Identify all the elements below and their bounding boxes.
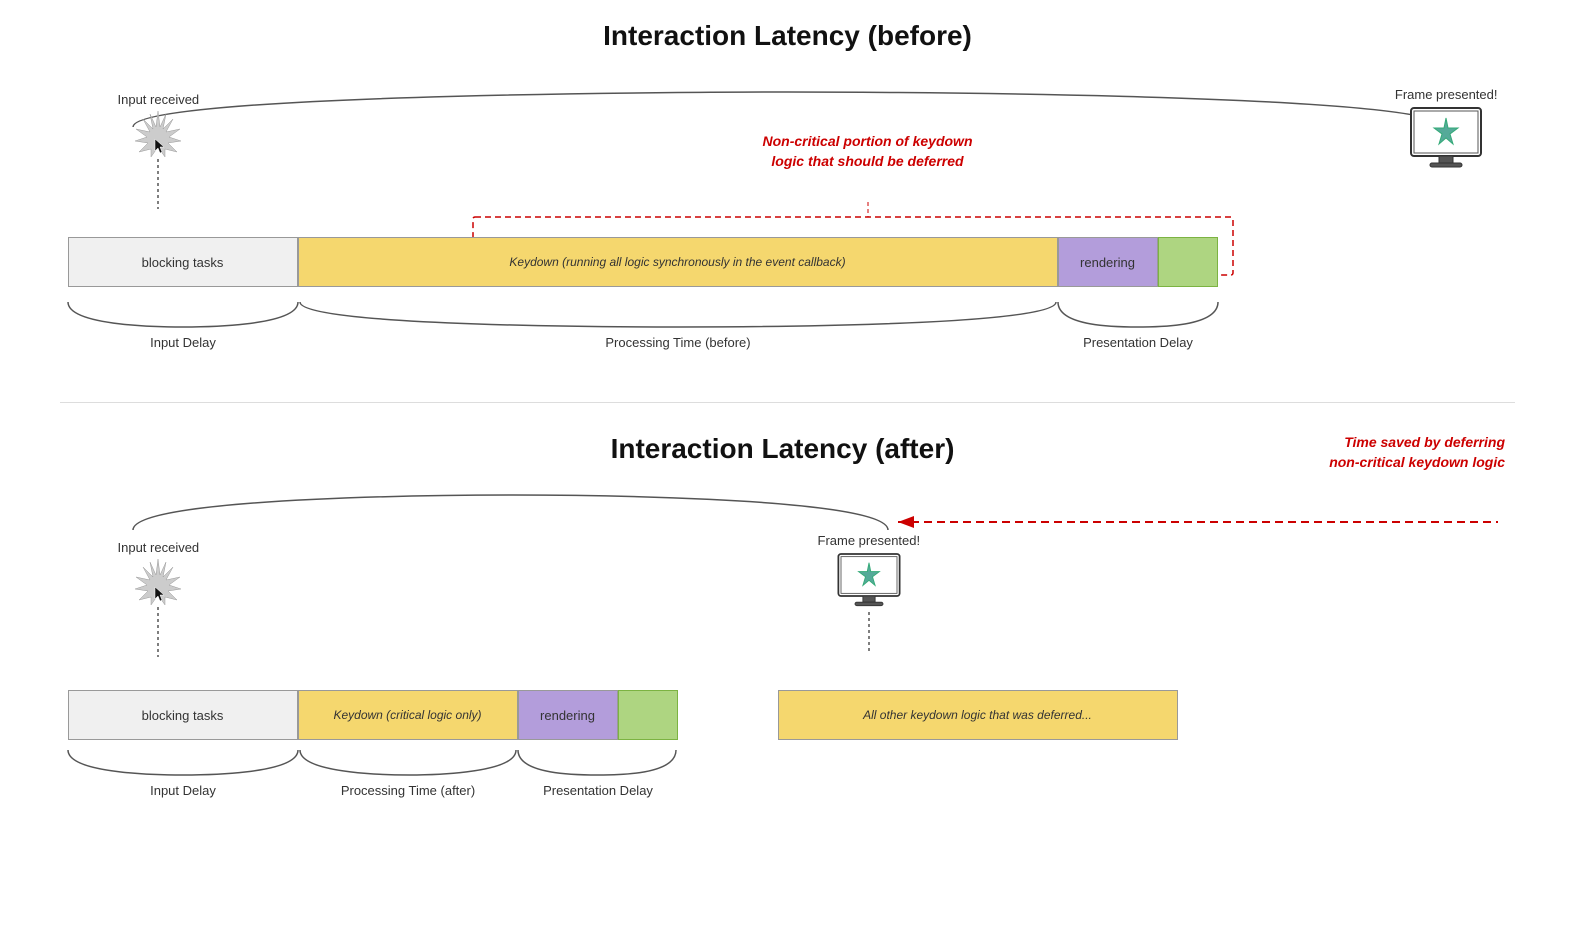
after-section: Interaction Latency (after) Time saved b…	[60, 433, 1515, 805]
after-input-dotted-line	[157, 607, 159, 657]
svg-text:Input Delay: Input Delay	[150, 335, 216, 350]
after-red-time-saved-annotation: Time saved by deferringnon-critical keyd…	[1144, 433, 1515, 472]
after-input-annotation: Input received	[118, 540, 200, 657]
before-red-annotation: Non-critical portion of keydownlogic tha…	[568, 132, 1168, 171]
before-rendering-block: rendering	[1058, 237, 1158, 287]
after-green-block	[618, 690, 678, 740]
diagram-container: Interaction Latency (before) Input recei…	[0, 0, 1575, 865]
after-frame-dotted-line	[868, 612, 870, 652]
section-divider	[60, 402, 1515, 403]
after-monitor-icon	[834, 552, 904, 612]
svg-text:Presentation Delay: Presentation Delay	[543, 783, 653, 798]
after-keydown-block: Keydown (critical logic only)	[298, 690, 518, 740]
svg-text:Processing Time (before): Processing Time (before)	[605, 335, 750, 350]
after-starburst-icon	[133, 557, 183, 607]
before-blocks-row: blocking tasks Keydown (running all logi…	[68, 237, 1508, 287]
before-starburst-icon	[133, 109, 183, 159]
before-blocking-block: blocking tasks	[68, 237, 298, 287]
svg-text:Presentation Delay: Presentation Delay	[1083, 335, 1193, 350]
after-frame-annotation: Frame presented!	[818, 533, 921, 652]
after-rendering-block: rendering	[518, 690, 618, 740]
before-top-brace-svg	[68, 82, 1508, 132]
after-input-label: Input received	[118, 540, 200, 555]
before-frame-annotation: Frame presented!	[1395, 87, 1498, 174]
after-top-brace-svg	[68, 485, 1508, 535]
before-frame-label: Frame presented!	[1395, 87, 1498, 102]
before-monitor-icon	[1406, 106, 1486, 174]
before-keydown-block: Keydown (running all logic synchronously…	[298, 237, 1058, 287]
before-green-block	[1158, 237, 1218, 287]
after-blocking-block: blocking tasks	[68, 690, 298, 740]
before-title: Interaction Latency (before)	[60, 20, 1515, 52]
after-frame-label: Frame presented!	[818, 533, 921, 548]
before-input-label: Input received	[118, 92, 200, 107]
after-bottom-braces-svg: Input Delay Processing Time (after) Pres…	[68, 745, 1508, 825]
after-blocks-row: blocking tasks Keydown (critical logic o…	[68, 690, 1508, 740]
after-deferred-block: All other keydown logic that was deferre…	[778, 690, 1178, 740]
before-input-dotted-line	[157, 159, 159, 209]
svg-text:Processing Time (after): Processing Time (after)	[340, 783, 474, 798]
svg-text:Input Delay: Input Delay	[150, 783, 216, 798]
after-title: Interaction Latency (after)	[421, 433, 1144, 465]
before-section: Interaction Latency (before) Input recei…	[60, 20, 1515, 362]
before-input-annotation: Input received	[118, 92, 200, 209]
before-bottom-braces-svg: Input Delay Processing Time (before) Pre…	[68, 297, 1508, 377]
